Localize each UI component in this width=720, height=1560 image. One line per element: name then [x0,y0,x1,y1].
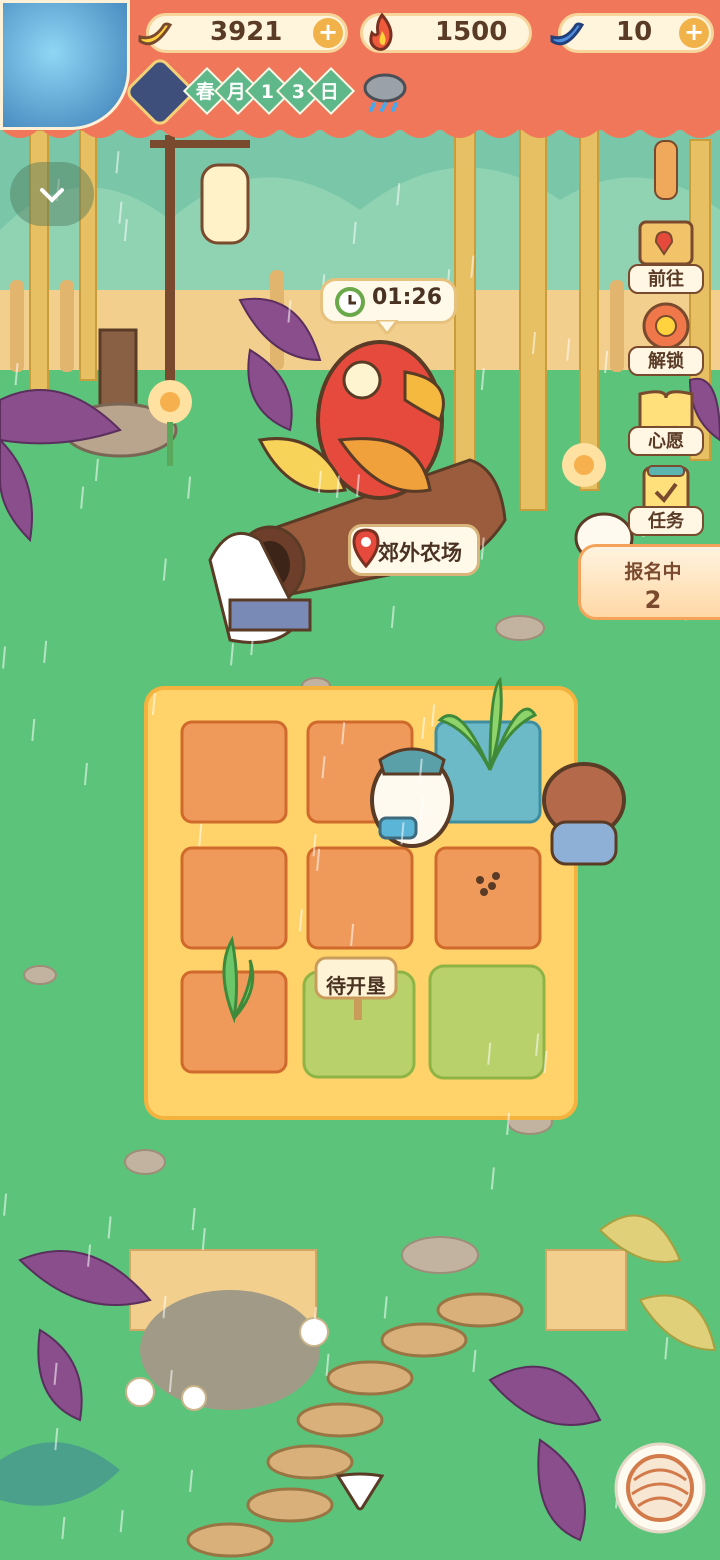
farm-plot-6[interactable] [436,848,540,948]
blue-banana-value: 10 [616,17,653,47]
clock-icon [335,287,365,317]
player-avatar[interactable] [0,0,130,130]
add-banana-button[interactable]: + [313,18,343,48]
quest-hanger-icon [654,140,678,200]
banana-icon [138,22,173,46]
uncultivated-sign[interactable]: 待开垦 [326,970,386,999]
farm-plot-5[interactable] [308,848,412,948]
banner-scallop [0,118,720,138]
signboard-icon [638,220,694,266]
signup-count: 2 [644,586,662,614]
farm-plot-3[interactable] [436,722,540,822]
banana-value: 3921 [210,17,283,47]
yarn-ball-button[interactable] [612,1440,708,1536]
farm-plot-7[interactable] [182,972,286,1072]
timer-text: 01:26 [372,285,443,310]
location-pin-icon [352,528,380,568]
signup-panel[interactable]: 报名中 2 [578,544,720,620]
farm-plot-1[interactable] [182,722,286,822]
farm-plot-4[interactable] [182,848,286,948]
wish-label: 心愿 [628,426,704,456]
farm-plot-2[interactable] [308,722,412,822]
collapse-toggle-button[interactable] [10,162,94,226]
chevron-down-icon [40,188,64,203]
goto-label: 前往 [628,264,704,294]
timer-bubble-tail [376,320,398,334]
signup-label: 报名中 [624,561,682,583]
unlock-label: 解锁 [628,346,704,376]
blue-banana-icon [550,22,585,46]
flame-icon [369,12,393,51]
add-blue-banana-button[interactable]: + [679,18,709,48]
location-name: 郊外农场 [378,541,462,565]
scroll-down-arrow-icon[interactable] [334,1470,386,1512]
farm-plot-9-locked[interactable] [430,966,544,1078]
farm-plot-8-locked[interactable] [304,1000,414,1077]
flame-value: 1500 [435,17,508,47]
task-label: 任务 [628,506,704,536]
rain-cloud-icon [363,73,407,112]
